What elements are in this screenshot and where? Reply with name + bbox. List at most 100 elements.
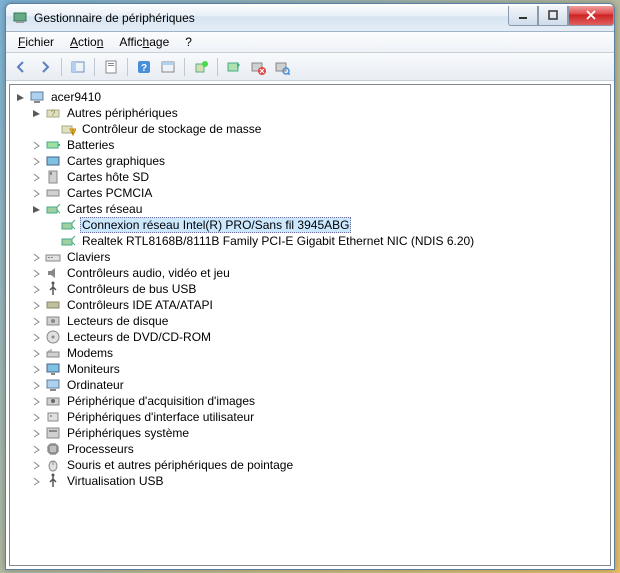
expander-closed-icon[interactable]	[30, 379, 43, 392]
node-label: Contrôleurs de bus USB	[65, 282, 198, 296]
minimize-button[interactable]	[508, 6, 538, 26]
tree-category[interactable]: Contrôleurs audio, vidéo et jeu	[10, 265, 610, 281]
tree-category[interactable]: Lecteurs de DVD/CD-ROM	[10, 329, 610, 345]
svg-text:?: ?	[141, 63, 147, 74]
sd-card-icon	[45, 169, 61, 185]
node-label: Cartes graphiques	[65, 154, 167, 168]
tree-category[interactable]: Périphériques système	[10, 425, 610, 441]
device-tree: acer9410 ? Autres périphériques ! Contrô…	[10, 89, 610, 489]
tree-category[interactable]: ? Autres périphériques	[10, 105, 610, 121]
view-mode-button[interactable]	[157, 56, 179, 78]
uninstall-device-button[interactable]	[247, 56, 269, 78]
tree-category[interactable]: Lecteurs de disque	[10, 313, 610, 329]
tree-category[interactable]: Virtualisation USB	[10, 473, 610, 489]
window-title: Gestionnaire de périphériques	[34, 11, 508, 25]
tree-root[interactable]: acer9410	[10, 89, 610, 105]
network-adapter-icon	[60, 233, 76, 249]
node-label: Moniteurs	[65, 362, 122, 376]
expander-closed-icon[interactable]	[30, 459, 43, 472]
tree-device[interactable]: ! Contrôleur de stockage de masse	[10, 121, 610, 137]
toolbar-separator	[61, 58, 62, 76]
show-pane-button[interactable]	[67, 56, 89, 78]
node-label: Processeurs	[65, 442, 136, 456]
expander-closed-icon[interactable]	[30, 171, 43, 184]
close-button[interactable]	[568, 6, 614, 26]
expander-closed-icon[interactable]	[30, 283, 43, 296]
sound-icon	[45, 265, 61, 281]
expander-closed-icon[interactable]	[30, 299, 43, 312]
tree-category[interactable]: Périphérique d'acquisition d'images	[10, 393, 610, 409]
expander-closed-icon[interactable]	[30, 395, 43, 408]
toolbar-separator	[217, 58, 218, 76]
processor-icon	[45, 441, 61, 457]
menu-file[interactable]: Fichier	[10, 33, 62, 51]
display-adapter-icon	[45, 153, 61, 169]
maximize-button[interactable]	[538, 6, 568, 26]
expander-closed-icon[interactable]	[30, 443, 43, 456]
node-label: Modems	[65, 346, 115, 360]
tree-category[interactable]: Claviers	[10, 249, 610, 265]
tree-category[interactable]: Moniteurs	[10, 361, 610, 377]
expander-closed-icon[interactable]	[30, 475, 43, 488]
expander-closed-icon[interactable]	[30, 155, 43, 168]
node-label: Virtualisation USB	[65, 474, 166, 488]
expander-open-icon[interactable]	[30, 107, 43, 120]
unknown-device-icon: ?	[45, 105, 61, 121]
tree-category[interactable]: Cartes réseau	[10, 201, 610, 217]
back-button[interactable]	[10, 56, 32, 78]
tree-category[interactable]: Batteries	[10, 137, 610, 153]
forward-button[interactable]	[34, 56, 56, 78]
menu-help[interactable]: ?	[177, 33, 200, 51]
tree-category[interactable]: Cartes graphiques	[10, 153, 610, 169]
tree-category[interactable]: Cartes PCMCIA	[10, 185, 610, 201]
tree-category[interactable]: Cartes hôte SD	[10, 169, 610, 185]
update-driver-button[interactable]	[190, 56, 212, 78]
properties-button[interactable]	[100, 56, 122, 78]
network-adapter-icon	[45, 201, 61, 217]
expander-closed-icon[interactable]	[30, 187, 43, 200]
expander-closed-icon[interactable]	[30, 139, 43, 152]
monitor-icon	[45, 361, 61, 377]
menu-view[interactable]: Affichage	[111, 33, 177, 51]
node-label: Périphériques d'interface utilisateur	[65, 410, 256, 424]
expander-closed-icon[interactable]	[30, 315, 43, 328]
help-button[interactable]: ?	[133, 56, 155, 78]
tree-category[interactable]: Périphériques d'interface utilisateur	[10, 409, 610, 425]
network-adapter-icon	[60, 217, 76, 233]
tree-device[interactable]: Realtek RTL8168B/8111B Family PCI-E Giga…	[10, 233, 610, 249]
menu-action[interactable]: Action	[62, 33, 111, 51]
svg-text:?: ?	[51, 109, 56, 118]
node-label: Ordinateur	[65, 378, 126, 392]
expander-closed-icon[interactable]	[30, 347, 43, 360]
device-manager-window: Gestionnaire de périphériques Fichier Ac…	[5, 3, 615, 570]
enable-device-button[interactable]	[223, 56, 245, 78]
expander-closed-icon[interactable]	[30, 363, 43, 376]
expander-closed-icon[interactable]	[30, 411, 43, 424]
tree-category[interactable]: Processeurs	[10, 441, 610, 457]
tree-content[interactable]: acer9410 ? Autres périphériques ! Contrô…	[9, 84, 611, 566]
tree-device-selected[interactable]: Connexion réseau Intel(R) PRO/Sans fil 3…	[10, 217, 610, 233]
expander-open-icon[interactable]	[14, 91, 27, 104]
node-label: Cartes réseau	[65, 202, 144, 216]
scan-hardware-button[interactable]	[271, 56, 293, 78]
warning-device-icon: !	[60, 121, 76, 137]
node-label: Périphérique d'acquisition d'images	[65, 394, 257, 408]
pcmcia-icon	[45, 185, 61, 201]
toolbar-separator	[127, 58, 128, 76]
expander-open-icon[interactable]	[30, 203, 43, 216]
tree-category[interactable]: Contrôleurs de bus USB	[10, 281, 610, 297]
tree-category[interactable]: Ordinateur	[10, 377, 610, 393]
tree-category[interactable]: Modems	[10, 345, 610, 361]
tree-category[interactable]: Souris et autres périphériques de pointa…	[10, 457, 610, 473]
tree-category[interactable]: Contrôleurs IDE ATA/ATAPI	[10, 297, 610, 313]
expander-closed-icon[interactable]	[30, 251, 43, 264]
toolbar: ?	[6, 53, 614, 81]
node-label: Contrôleurs IDE ATA/ATAPI	[65, 298, 215, 312]
titlebar[interactable]: Gestionnaire de périphériques	[6, 4, 614, 32]
expander-closed-icon[interactable]	[30, 331, 43, 344]
node-label: Batteries	[65, 138, 116, 152]
expander-closed-icon[interactable]	[30, 427, 43, 440]
node-label: Claviers	[65, 250, 112, 264]
dvd-drive-icon	[45, 329, 61, 345]
expander-closed-icon[interactable]	[30, 267, 43, 280]
